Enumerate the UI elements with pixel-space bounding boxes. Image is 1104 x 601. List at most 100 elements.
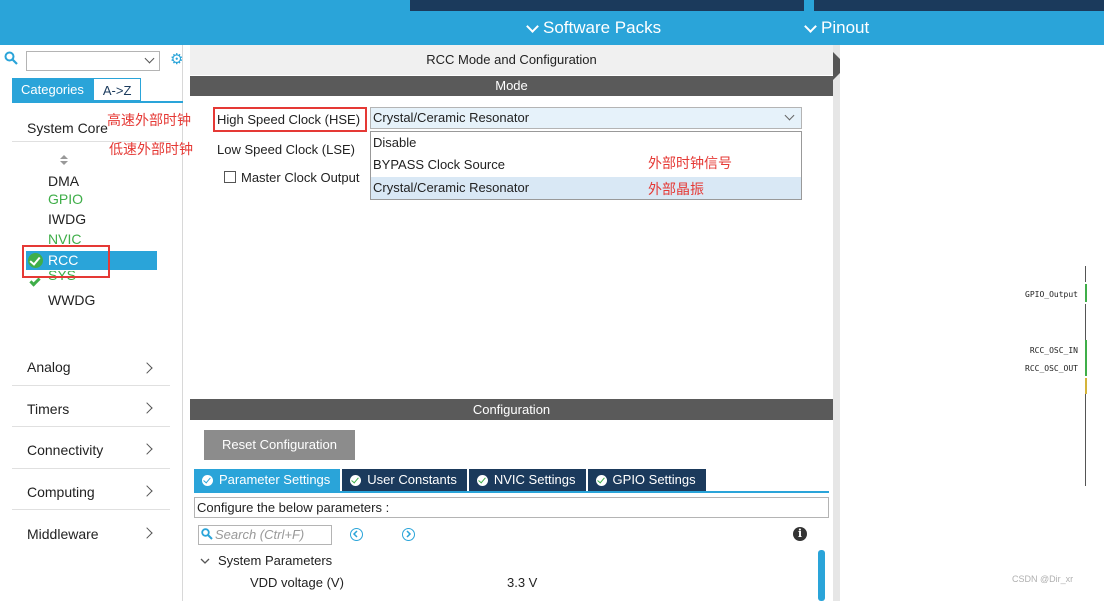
mco-checkbox[interactable]: [224, 171, 236, 183]
check-circle-icon: [202, 474, 213, 486]
watermark: CSDN @Dir_xr: [1012, 574, 1074, 584]
pin-rcc-osc-in[interactable]: [1085, 340, 1104, 358]
info-icon[interactable]: i: [793, 527, 807, 541]
tab-gpio-settings-label: GPIO Settings: [612, 472, 696, 487]
annotation-box-hse: [213, 107, 367, 132]
pin[interactable]: [1085, 378, 1104, 394]
mode-header: Mode: [190, 76, 833, 96]
pin[interactable]: [1085, 394, 1104, 486]
check-circle-icon: [476, 474, 488, 486]
search-icon[interactable]: [4, 51, 18, 65]
vdd-voltage-label: VDD voltage (V): [250, 575, 344, 590]
list-item-iwdg[interactable]: IWDG: [48, 211, 86, 227]
stm32cubemx-window: Software Packs Pinout ⚙ Categories A->Z …: [0, 0, 1104, 601]
dropdown-option-bypass[interactable]: BYPASS Clock Source: [371, 154, 801, 176]
pin-label-rcc-osc-in: RCC_OSC_IN: [1029, 346, 1078, 355]
dropdown-option-disable[interactable]: Disable: [371, 132, 801, 154]
annotation-lse: 低速外部时钟: [109, 142, 193, 158]
category-tab-underline: [12, 101, 183, 103]
parameter-tabs: Parameter Settings User Constants NVIC S…: [194, 469, 708, 491]
annotation-crystal: 外部晶振: [648, 182, 704, 198]
chevron-down-icon: [804, 19, 817, 33]
tab-software-packs-label: Software Packs: [543, 18, 662, 37]
chevron-down-icon: [144, 53, 155, 64]
chevron-down-icon: [526, 19, 539, 33]
pin[interactable]: [1085, 304, 1104, 340]
chevron-down-icon[interactable]: [200, 557, 210, 565]
parameter-tab-underline: [194, 491, 829, 493]
divider: [12, 509, 170, 510]
page-title: RCC Mode and Configuration: [190, 45, 833, 75]
collapse-handle-icon[interactable]: [833, 52, 840, 80]
top-tab-strip: [410, 0, 804, 11]
pin[interactable]: [1085, 266, 1104, 282]
panel-splitter[interactable]: [833, 45, 840, 601]
tab-nvic-settings[interactable]: NVIC Settings: [468, 469, 586, 491]
reset-configuration-button[interactable]: Reset Configuration: [204, 430, 355, 460]
parameters-scrollbar[interactable]: [818, 550, 825, 601]
tab-software-packs[interactable]: Software Packs: [526, 18, 662, 38]
check-circle-icon: [350, 474, 362, 486]
chevron-right-icon: [141, 485, 153, 497]
check-circle-icon: [595, 474, 607, 486]
chevron-right-icon: [141, 527, 153, 539]
dropdown-option-crystal[interactable]: Crystal/Ceramic Resonator: [371, 177, 801, 199]
list-item-gpio[interactable]: GPIO: [48, 191, 83, 207]
sort-icon: [60, 155, 68, 165]
annotation-box-rcc: [22, 245, 110, 278]
search-icon: [201, 528, 213, 540]
pin-label-rcc-osc-out: RCC_OSC_OUT: [1025, 364, 1078, 373]
top-tab-strip-right: [814, 0, 1104, 11]
pinout-view: [840, 45, 1104, 601]
top-bar: Software Packs Pinout: [0, 0, 1104, 45]
category-search-row: ⚙: [0, 49, 183, 73]
tab-user-constants-label: User Constants: [367, 472, 457, 487]
lse-label: Low Speed Clock (LSE): [217, 142, 356, 157]
parameter-search-placeholder: Search (Ctrl+F): [215, 527, 305, 542]
tab-nvic-settings-label: NVIC Settings: [493, 472, 576, 487]
section-computing[interactable]: Computing: [27, 484, 95, 500]
category-search-input[interactable]: [26, 51, 160, 71]
tab-parameter-settings[interactable]: Parameter Settings: [194, 469, 341, 491]
tab-parameter-settings-label: Parameter Settings: [219, 472, 331, 487]
tab-categories[interactable]: Categories: [12, 78, 93, 101]
list-item-wwdg[interactable]: WWDG: [48, 292, 95, 308]
pin-gpio-output[interactable]: [1085, 284, 1104, 302]
gear-icon[interactable]: ⚙: [170, 52, 184, 68]
configuration-header: Configuration: [190, 399, 833, 420]
hse-dropdown-list: Disable BYPASS Clock Source Crystal/Cera…: [370, 131, 802, 200]
divider: [12, 426, 170, 427]
section-timers[interactable]: Timers: [27, 401, 69, 417]
chevron-right-icon: [141, 443, 153, 455]
divider: [12, 385, 170, 386]
tab-user-constants[interactable]: User Constants: [342, 469, 467, 491]
divider: [12, 468, 170, 469]
system-parameters-group[interactable]: System Parameters: [218, 553, 332, 568]
tab-gpio-settings[interactable]: GPIO Settings: [587, 469, 706, 491]
category-tabs: Categories A->Z: [12, 78, 142, 101]
rcc-config-panel: RCC Mode and Configuration Mode High Spe…: [190, 45, 833, 601]
annotation-bypass: 外部时钟信号: [648, 156, 732, 172]
tab-pinout[interactable]: Pinout: [804, 18, 870, 38]
annotation-hse: 高速外部时钟: [107, 113, 191, 129]
pin-rcc-osc-out[interactable]: [1085, 358, 1104, 376]
tab-pinout-label: Pinout: [821, 18, 870, 37]
section-middleware[interactable]: Middleware: [27, 526, 99, 542]
chevron-right-icon: [141, 402, 153, 414]
section-connectivity[interactable]: Connectivity: [27, 442, 103, 458]
chevron-down-icon: [784, 110, 795, 121]
list-item-dma[interactable]: DMA: [48, 173, 79, 189]
mco-label: Master Clock Output: [241, 170, 360, 185]
pin-label-gpio-output: GPIO_Output: [1025, 290, 1078, 299]
configure-hint: Configure the below parameters :: [194, 497, 829, 518]
hse-select-value: Crystal/Ceramic Resonator: [373, 110, 530, 125]
vdd-voltage-value[interactable]: 3.3 V: [507, 575, 537, 590]
tab-a-z[interactable]: A->Z: [92, 78, 142, 101]
section-system-core[interactable]: System Core: [27, 120, 108, 136]
section-analog[interactable]: Analog: [27, 359, 71, 375]
previous-match-icon[interactable]: [350, 528, 363, 541]
hse-select[interactable]: Crystal/Ceramic Resonator: [370, 107, 802, 129]
next-match-icon[interactable]: [402, 528, 415, 541]
parameter-search-input[interactable]: Search (Ctrl+F): [198, 525, 332, 545]
chevron-right-icon: [141, 362, 153, 374]
